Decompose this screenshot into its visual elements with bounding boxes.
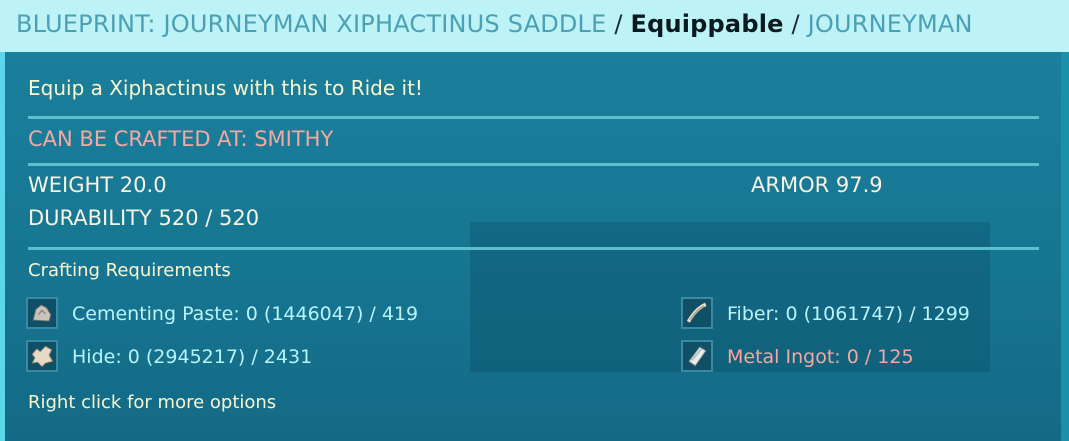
cementing-paste-icon [26, 297, 58, 329]
divider [28, 247, 1039, 250]
crafting-requirements-title: Crafting Requirements [28, 260, 231, 281]
armor-stat: ARMOR 97.9 [751, 173, 883, 197]
right-click-hint: Right click for more options [28, 392, 277, 413]
tooltip-panel: Equip a Xiphactinus with this to Ride it… [0, 52, 1069, 441]
requirement-cementing-paste: Cementing Paste: 0 (1446047) / 419 [72, 303, 419, 325]
header-separator: / [614, 10, 623, 38]
header-separator: / [791, 10, 800, 38]
item-quality: JOURNEYMAN [807, 10, 973, 38]
weight-stat: WEIGHT 20.0 [28, 173, 167, 197]
crafted-at-label: CAN BE CRAFTED AT: SMITHY [28, 127, 334, 151]
metal-ingot-icon [681, 340, 713, 372]
item-description: Equip a Xiphactinus with this to Ride it… [28, 76, 423, 100]
tooltip-header: BLUEPRINT: JOURNEYMAN XIPHACTINUS SADDLE… [0, 0, 1069, 52]
divider [28, 163, 1039, 166]
durability-stat: DURABILITY 520 / 520 [28, 206, 260, 230]
requirement-metal-ingot: Metal Ingot: 0 / 125 [727, 346, 914, 368]
item-type-tag: Equippable [630, 10, 784, 38]
item-name: BLUEPRINT: JOURNEYMAN XIPHACTINUS SADDLE [16, 10, 607, 38]
requirement-hide: Hide: 0 (2945217) / 2431 [72, 346, 313, 368]
divider [28, 116, 1039, 119]
hide-icon [26, 340, 58, 372]
requirement-fiber: Fiber: 0 (1061747) / 1299 [727, 303, 970, 325]
fiber-icon [681, 297, 713, 329]
